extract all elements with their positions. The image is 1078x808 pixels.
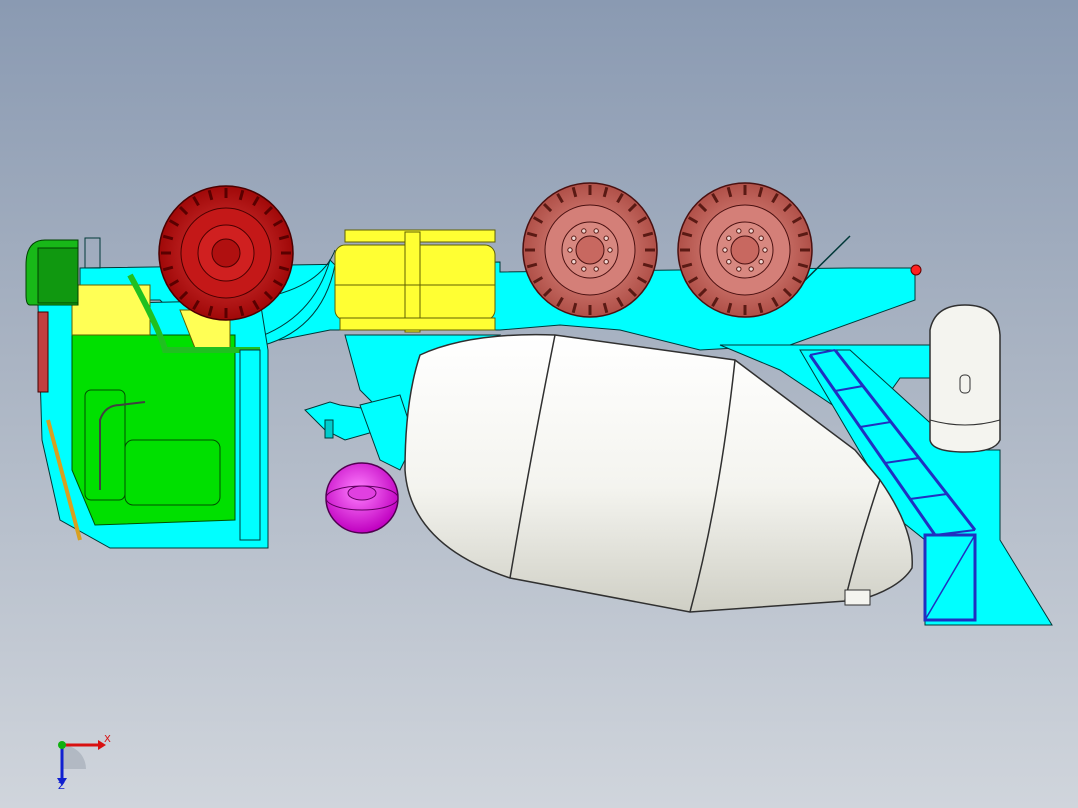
hub-bolt bbox=[593, 266, 599, 272]
hub-bolt bbox=[758, 259, 764, 265]
hub-bolt bbox=[736, 228, 742, 234]
hub-bolt bbox=[593, 228, 599, 234]
hub-bolt bbox=[603, 235, 609, 241]
y-axis-dot bbox=[58, 741, 66, 749]
front-wheel[interactable] bbox=[158, 185, 294, 321]
hub-bolt bbox=[571, 235, 577, 241]
hub-bolt bbox=[748, 266, 754, 272]
hub-bolt bbox=[758, 235, 764, 241]
hub-bolt bbox=[736, 266, 742, 272]
hub-bolt bbox=[726, 259, 732, 265]
mixer-truck-model[interactable] bbox=[0, 0, 1078, 808]
hub-bolt bbox=[726, 235, 732, 241]
water-tank[interactable] bbox=[929, 304, 1001, 453]
hub-bolt bbox=[722, 247, 728, 253]
axis-triad: X Z bbox=[57, 734, 111, 790]
hub-bolt bbox=[567, 247, 573, 253]
reference-point[interactable] bbox=[910, 264, 922, 276]
hub-bolt bbox=[571, 259, 577, 265]
hub-bolt bbox=[762, 247, 768, 253]
fuel-tank[interactable] bbox=[334, 229, 496, 333]
hub-bolt bbox=[581, 266, 587, 272]
discharge-chute[interactable] bbox=[304, 394, 416, 471]
cad-viewport[interactable]: X Z bbox=[0, 0, 1078, 808]
spare-tire[interactable] bbox=[325, 462, 399, 534]
triad-quadrant bbox=[62, 745, 86, 769]
z-axis-label: Z bbox=[58, 781, 65, 790]
hub-bolt bbox=[748, 228, 754, 234]
hub-bolt bbox=[581, 228, 587, 234]
hub-bolt bbox=[607, 247, 613, 253]
hub-bolt bbox=[603, 259, 609, 265]
x-axis-label: X bbox=[104, 734, 111, 745]
